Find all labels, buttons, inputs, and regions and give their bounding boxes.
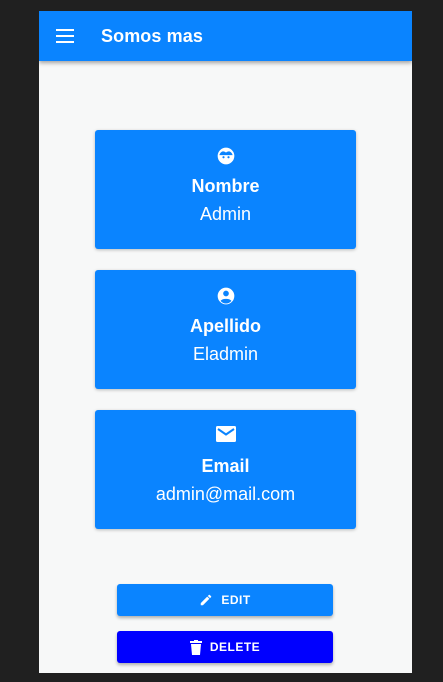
card-nombre: Nombre Admin	[95, 130, 356, 249]
delete-button-label: DELETE	[209, 640, 261, 654]
app-screen: Somos mas Nombre Admin Apellido Eladmin	[39, 11, 412, 673]
card-value: Admin	[199, 204, 252, 224]
card-value: Eladmin	[192, 344, 259, 364]
card-email: Email admin@mail.com	[95, 410, 356, 529]
card-apellido: Apellido Eladmin	[95, 270, 356, 389]
app-bar: Somos mas	[39, 11, 412, 61]
face-icon	[217, 147, 234, 165]
pencil-icon	[201, 594, 212, 606]
delete-button[interactable]: DELETE	[117, 631, 333, 663]
edit-button[interactable]: EDIT	[117, 584, 333, 616]
card-label: Nombre	[191, 176, 260, 196]
menu-button[interactable]	[53, 24, 77, 48]
app-title: Somos mas	[101, 25, 203, 46]
card-label: Email	[201, 456, 250, 476]
card-label: Apellido	[190, 316, 261, 336]
trash-icon	[189, 639, 202, 655]
menu-icon	[56, 29, 74, 43]
edit-button-label: EDIT	[221, 593, 251, 607]
mail-icon	[215, 426, 236, 442]
account-circle-icon	[217, 287, 234, 305]
card-value: admin@mail.com	[155, 484, 296, 504]
